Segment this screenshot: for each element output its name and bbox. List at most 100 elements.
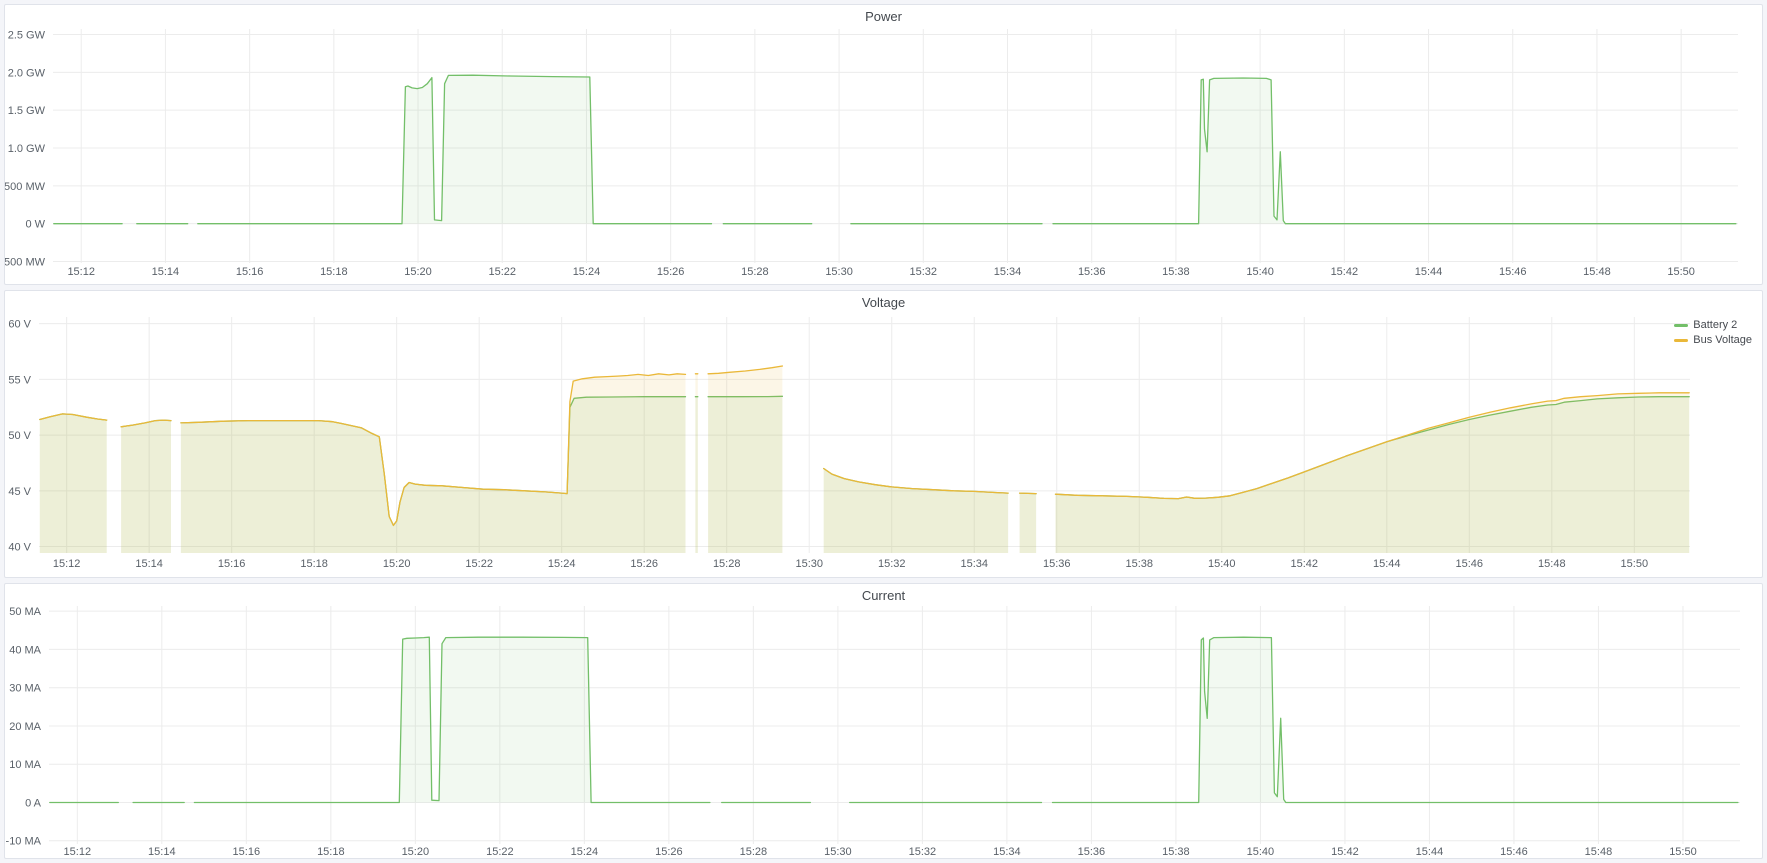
x-tick-label: 15:40 bbox=[1247, 846, 1275, 858]
series-area bbox=[54, 75, 1736, 224]
y-tick-label: 30 MA bbox=[9, 683, 41, 695]
panel-power-title[interactable]: Power bbox=[5, 5, 1762, 29]
x-tick-label: 15:32 bbox=[910, 266, 938, 278]
x-tick-label: 15:34 bbox=[993, 846, 1021, 858]
series-area bbox=[40, 366, 1689, 553]
x-tick-label: 15:46 bbox=[1499, 266, 1527, 278]
x-tick-label: 15:14 bbox=[152, 266, 180, 278]
bus-voltage-plot bbox=[40, 366, 1689, 553]
x-tick-label: 15:40 bbox=[1246, 266, 1274, 278]
x-tick-label: 15:44 bbox=[1415, 266, 1443, 278]
series-plot bbox=[54, 75, 1736, 224]
x-tick-label: 15:12 bbox=[53, 558, 81, 570]
x-tick-label: 15:46 bbox=[1500, 846, 1528, 858]
y-tick-label: 500 MW bbox=[5, 181, 46, 193]
x-tick-label: 15:30 bbox=[795, 558, 823, 570]
series-line bbox=[50, 637, 1738, 802]
x-tick-label: 15:12 bbox=[64, 846, 92, 858]
x-tick-label: 15:30 bbox=[825, 266, 853, 278]
x-tick-label: 15:50 bbox=[1669, 846, 1697, 858]
y-tick-label: 0 W bbox=[25, 219, 45, 231]
x-tick-label: 15:42 bbox=[1291, 558, 1319, 570]
x-tick-label: 15:22 bbox=[465, 558, 493, 570]
x-tick-label: 15:38 bbox=[1125, 558, 1153, 570]
grid: 50 MA40 MA30 MA20 MA10 MA0 A-10 MA15:121… bbox=[6, 606, 1740, 858]
y-tick-label: 60 V bbox=[8, 319, 31, 331]
x-tick-label: 15:36 bbox=[1043, 558, 1071, 570]
x-tick-label: 15:46 bbox=[1456, 558, 1484, 570]
series-plot bbox=[50, 637, 1738, 802]
x-tick-label: 15:36 bbox=[1078, 266, 1106, 278]
panel-power: Power 2.5 GW 2.0 GW 1.5 GW 1.0 GW 500 MW 0 W -… bbox=[4, 4, 1763, 285]
x-tick-label: 15:20 bbox=[402, 846, 430, 858]
x-tick-label: 15:50 bbox=[1621, 558, 1649, 570]
x-tick-label: 15:26 bbox=[655, 846, 683, 858]
y-tick-label: 20 MA bbox=[9, 721, 41, 733]
x-tick-label: 15:24 bbox=[571, 846, 599, 858]
x-tick-label: 15:16 bbox=[233, 846, 261, 858]
x-tick-label: 15:26 bbox=[657, 266, 685, 278]
x-tick-label: 15:34 bbox=[960, 558, 988, 570]
x-tick-label: 15:48 bbox=[1583, 266, 1611, 278]
y-tick-label: 10 MA bbox=[9, 759, 41, 771]
x-tick-label: 15:32 bbox=[909, 846, 937, 858]
x-tick-label: 15:22 bbox=[486, 846, 514, 858]
x-tick-label: 15:26 bbox=[630, 558, 658, 570]
legend-item-battery-2[interactable]: Battery 2 bbox=[1674, 319, 1752, 331]
x-tick-label: 15:16 bbox=[218, 558, 246, 570]
voltage-chart[interactable]: 60 V55 V50 V45 V40 V15:1215:1415:1615:18… bbox=[5, 291, 1762, 577]
bus-voltage-swatch-icon bbox=[1674, 339, 1688, 342]
x-tick-label: 15:28 bbox=[740, 846, 768, 858]
x-tick-label: 15:48 bbox=[1585, 846, 1613, 858]
x-tick-label: 15:50 bbox=[1667, 266, 1695, 278]
series-area bbox=[50, 637, 1738, 802]
x-tick-label: 15:18 bbox=[317, 846, 345, 858]
legend-label-bus-voltage: Bus Voltage bbox=[1693, 334, 1752, 346]
legend-label-battery-2: Battery 2 bbox=[1693, 319, 1737, 331]
panel-current-title[interactable]: Current bbox=[5, 584, 1762, 608]
x-tick-label: 15:18 bbox=[320, 266, 348, 278]
grid: 2.5 GW 2.0 GW 1.5 GW 1.0 GW 500 MW 0 W -500 MW… bbox=[5, 29, 1738, 278]
power-chart[interactable]: 2.5 GW 2.0 GW 1.5 GW 1.0 GW 500 MW 0 W -500 MW… bbox=[5, 5, 1762, 284]
y-tick-label: 2.5 GW bbox=[8, 30, 46, 42]
x-tick-label: 15:20 bbox=[404, 266, 432, 278]
x-tick-label: 15:38 bbox=[1162, 846, 1190, 858]
x-tick-label: 15:28 bbox=[741, 266, 769, 278]
panel-voltage: Voltage 60 V55 V50 V45 V40 V15:1215:1415… bbox=[4, 290, 1763, 578]
x-tick-label: 15:36 bbox=[1078, 846, 1106, 858]
current-chart[interactable]: 50 MA40 MA30 MA20 MA10 MA0 A-10 MA15:121… bbox=[5, 584, 1762, 858]
dashboard: Power 2.5 GW 2.0 GW 1.5 GW 1.0 GW 500 MW 0 W -… bbox=[0, 0, 1767, 863]
x-tick-label: 15:20 bbox=[383, 558, 411, 570]
y-tick-label: 2.0 GW bbox=[8, 67, 46, 79]
panel-current: Current 50 MA40 MA30 MA20 MA10 MA0 A-10 … bbox=[4, 583, 1763, 859]
y-tick-label: 40 MA bbox=[9, 644, 41, 656]
legend-item-bus-voltage[interactable]: Bus Voltage bbox=[1674, 334, 1752, 346]
y-tick-label: 50 V bbox=[8, 430, 31, 442]
y-tick-label: 0 A bbox=[25, 797, 42, 809]
voltage-legend: Battery 2 Bus Voltage bbox=[1674, 319, 1752, 346]
y-tick-label: 1.0 GW bbox=[8, 143, 46, 155]
y-tick-label: 55 V bbox=[8, 374, 31, 386]
x-tick-label: 15:38 bbox=[1162, 266, 1190, 278]
x-tick-label: 15:24 bbox=[573, 266, 601, 278]
y-tick-label: 40 V bbox=[8, 542, 31, 554]
y-tick-label: -500 MW bbox=[5, 256, 46, 268]
x-tick-label: 15:28 bbox=[713, 558, 741, 570]
x-tick-label: 15:12 bbox=[67, 266, 95, 278]
x-tick-label: 15:44 bbox=[1416, 846, 1444, 858]
x-tick-label: 15:40 bbox=[1208, 558, 1236, 570]
panel-voltage-title[interactable]: Voltage bbox=[5, 291, 1762, 315]
y-tick-label: 1.5 GW bbox=[8, 105, 46, 117]
x-tick-label: 15:42 bbox=[1331, 266, 1359, 278]
x-tick-label: 15:44 bbox=[1373, 558, 1401, 570]
x-tick-label: 15:22 bbox=[488, 266, 516, 278]
x-tick-label: 15:14 bbox=[148, 846, 176, 858]
x-tick-label: 15:30 bbox=[824, 846, 852, 858]
x-tick-label: 15:32 bbox=[878, 558, 906, 570]
x-tick-label: 15:16 bbox=[236, 266, 264, 278]
series-line bbox=[54, 75, 1736, 224]
x-tick-label: 15:14 bbox=[135, 558, 163, 570]
x-tick-label: 15:24 bbox=[548, 558, 576, 570]
x-tick-label: 15:18 bbox=[300, 558, 328, 570]
x-tick-label: 15:48 bbox=[1538, 558, 1566, 570]
